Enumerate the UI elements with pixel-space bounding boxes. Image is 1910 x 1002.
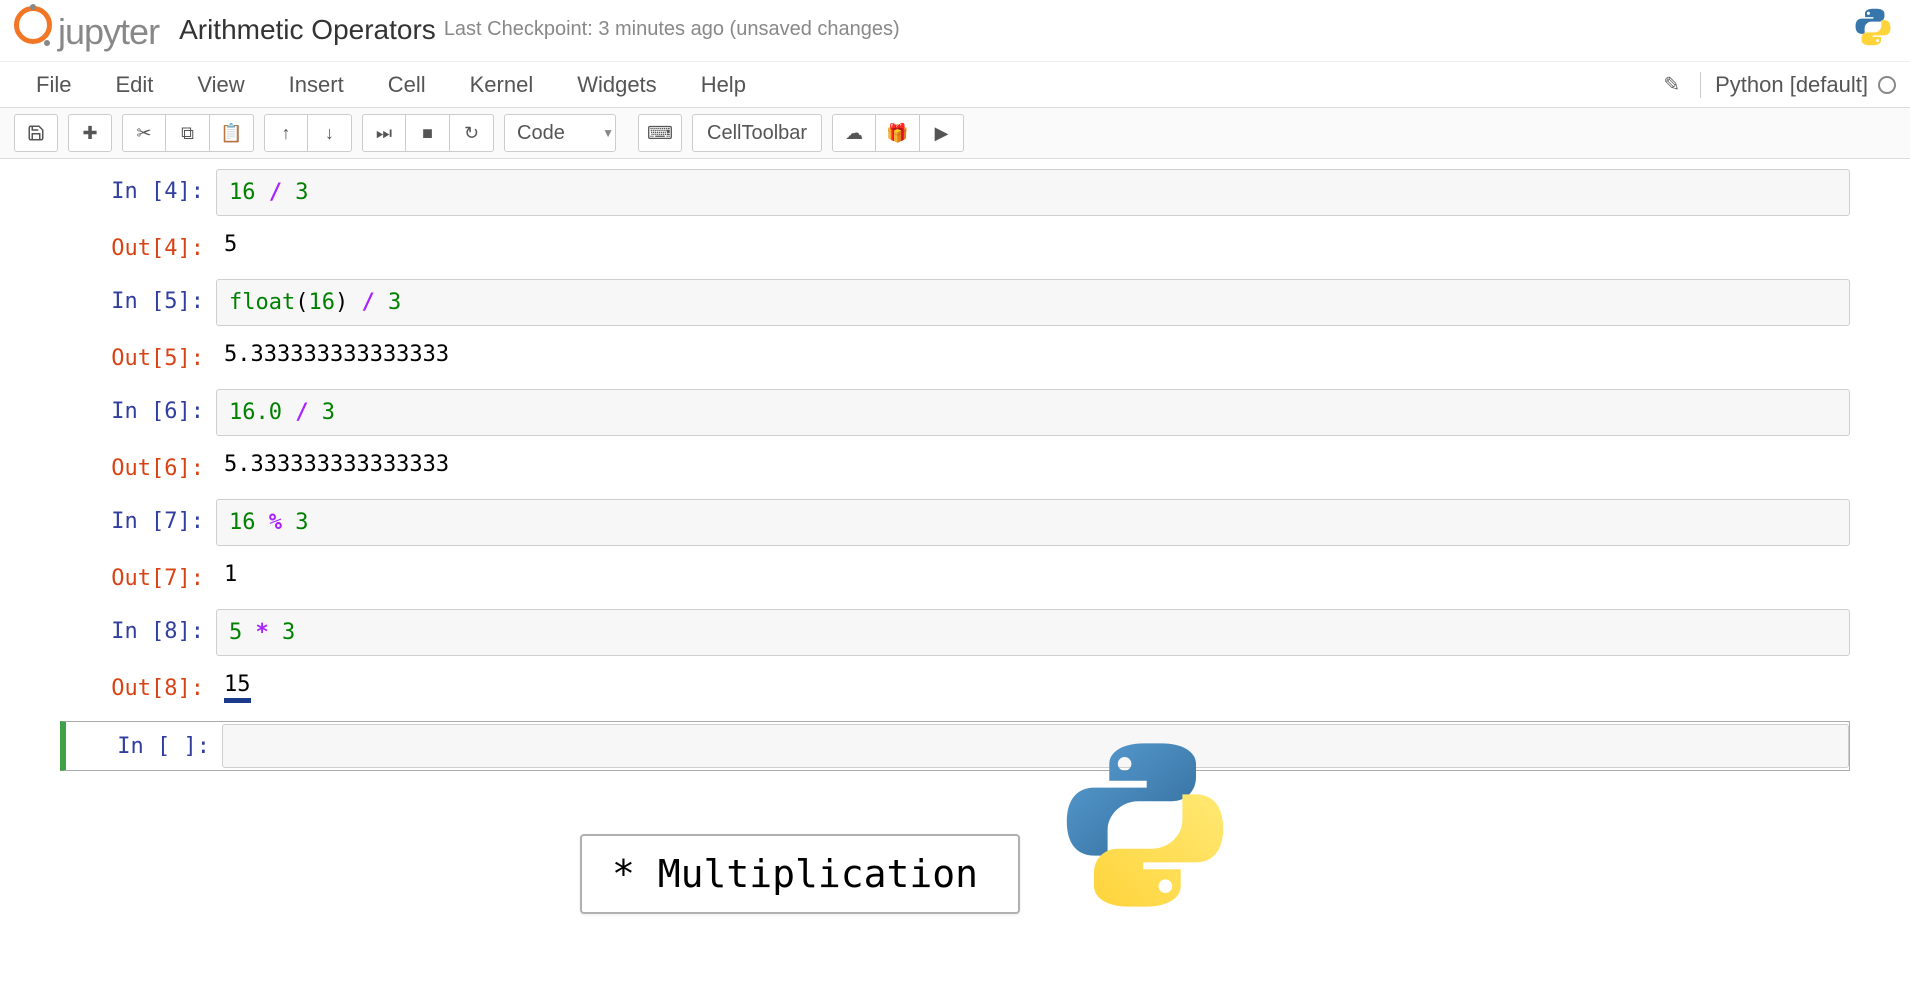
cell-type-select[interactable]: Code xyxy=(504,114,616,152)
in-prompt: In [5]: xyxy=(60,279,216,326)
checkpoint-status: Last Checkpoint: 3 minutes ago (unsaved … xyxy=(444,18,900,41)
out-prompt: Out[4]: xyxy=(60,226,216,261)
move-down-button[interactable]: ↓ xyxy=(308,114,352,152)
code-input[interactable]: float(16) / 3 xyxy=(216,279,1850,326)
output-text: 5.333333333333333 xyxy=(216,336,1850,371)
in-prompt-empty: In [ ]: xyxy=(66,724,222,768)
paste-button[interactable]: 📋 xyxy=(210,114,254,152)
annotation-overlay: * Multiplication xyxy=(580,834,1020,914)
code-input[interactable]: 5 * 3 xyxy=(216,609,1850,656)
keyboard-button[interactable]: ⌨ xyxy=(638,114,682,152)
code-input[interactable]: 16 % 3 xyxy=(216,499,1850,546)
code-cell[interactable]: In [4]: 16 / 3 xyxy=(60,169,1850,216)
menu-kernel[interactable]: Kernel xyxy=(448,64,556,106)
python-logo-overlay-icon xyxy=(1060,740,1230,910)
move-up-button[interactable]: ↑ xyxy=(264,114,308,152)
save-button[interactable] xyxy=(14,114,58,152)
menu-edit[interactable]: Edit xyxy=(93,64,175,106)
code-input[interactable]: 16 / 3 xyxy=(216,169,1850,216)
output-row: Out[5]: 5.333333333333333 xyxy=(60,336,1850,371)
overlay-text: * Multiplication xyxy=(612,852,978,896)
menu-file[interactable]: File xyxy=(14,64,93,106)
in-prompt: In [8]: xyxy=(60,609,216,656)
jupyter-logo-text: jupyter xyxy=(58,11,159,53)
out-prompt: Out[5]: xyxy=(60,336,216,371)
cloud-upload-button[interactable]: ☁ xyxy=(832,114,876,152)
jupyter-logo[interactable]: jupyter xyxy=(14,6,159,53)
menu-bar: File Edit View Insert Cell Kernel Widget… xyxy=(0,61,1910,107)
in-prompt: In [7]: xyxy=(60,499,216,546)
toolbar: ✚ ✂ ⧉ 📋 ↑ ↓ ⏭ ■ ↻ Code ⌨ CellToolbar ☁ 🎁… xyxy=(0,107,1910,159)
add-cell-button[interactable]: ✚ xyxy=(68,114,112,152)
code-cell[interactable]: In [6]: 16.0 / 3 xyxy=(60,389,1850,436)
menu-widgets[interactable]: Widgets xyxy=(555,64,678,106)
code-cell-selected[interactable]: In [ ]: xyxy=(60,721,1850,771)
menu-help[interactable]: Help xyxy=(679,64,768,106)
code-input[interactable] xyxy=(222,724,1849,768)
menu-insert[interactable]: Insert xyxy=(267,64,366,106)
code-cell[interactable]: In [5]: float(16) / 3 xyxy=(60,279,1850,326)
code-input[interactable]: 16.0 / 3 xyxy=(216,389,1850,436)
code-cell[interactable]: In [8]: 5 * 3 xyxy=(60,609,1850,656)
copy-button[interactable]: ⧉ xyxy=(166,114,210,152)
run-button[interactable]: ⏭ xyxy=(362,114,406,152)
output-text: 1 xyxy=(216,556,1850,591)
kernel-indicator[interactable]: Python [default] xyxy=(1700,72,1896,98)
notebook-title[interactable]: Arithmetic Operators xyxy=(179,14,436,46)
cut-button[interactable]: ✂ xyxy=(122,114,166,152)
python-logo-corner xyxy=(1854,8,1892,46)
cell-toolbar-button[interactable]: CellToolbar xyxy=(692,114,822,152)
menu-view[interactable]: View xyxy=(175,64,266,106)
pencil-edit-icon[interactable]: ✎ xyxy=(1649,72,1694,97)
output-text: 5.333333333333333 xyxy=(216,446,1850,481)
in-prompt: In [6]: xyxy=(60,389,216,436)
output-row: Out[4]: 5 xyxy=(60,226,1850,261)
out-prompt: Out[8]: xyxy=(60,666,216,703)
stop-button[interactable]: ■ xyxy=(406,114,450,152)
play-button[interactable]: ▶ xyxy=(920,114,964,152)
output-row: Out[7]: 1 xyxy=(60,556,1850,591)
output-text: 15 xyxy=(216,666,1850,703)
kernel-name-label: Python [default] xyxy=(1715,72,1868,98)
output-row: Out[8]: 15 xyxy=(60,666,1850,703)
out-prompt: Out[7]: xyxy=(60,556,216,591)
output-row: Out[6]: 5.333333333333333 xyxy=(60,446,1850,481)
code-cell[interactable]: In [7]: 16 % 3 xyxy=(60,499,1850,546)
menu-cell[interactable]: Cell xyxy=(366,64,448,106)
out-prompt: Out[6]: xyxy=(60,446,216,481)
restart-button[interactable]: ↻ xyxy=(450,114,494,152)
in-prompt: In [4]: xyxy=(60,169,216,216)
gift-button[interactable]: 🎁 xyxy=(876,114,920,152)
notebook-area: In [4]: 16 / 3 Out[4]: 5 In [5]: float(1… xyxy=(0,169,1910,821)
jupyter-logo-icon xyxy=(14,6,52,44)
kernel-status-icon xyxy=(1878,76,1896,94)
output-text: 5 xyxy=(216,226,1850,261)
